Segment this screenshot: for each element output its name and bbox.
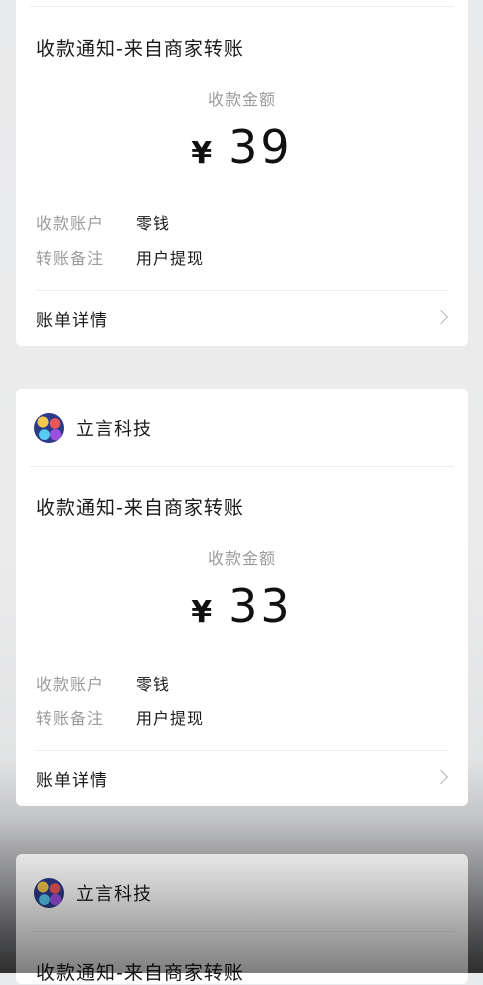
merchant-header[interactable]: 立言科技: [16, 854, 468, 932]
bill-details-link[interactable]: 账单详情: [16, 290, 468, 346]
chevron-right-icon: [433, 309, 449, 325]
account-label: 收款账户: [36, 675, 105, 694]
account-value: 零钱: [136, 214, 171, 233]
account-row: 收款账户 零钱: [16, 671, 170, 695]
notification-title: 收款通知-来自商家转账: [36, 38, 244, 60]
amount-display: ¥ 33: [16, 579, 468, 633]
note-value: 用户提现: [136, 709, 205, 728]
bill-details-link[interactable]: 账单详情: [16, 750, 468, 806]
amount-value: 33: [228, 579, 293, 633]
amount-display: ¥ 39: [16, 120, 468, 174]
bill-details-label: 账单详情: [36, 310, 108, 331]
bill-details-label: 账单详情: [36, 770, 108, 791]
notification-title: 收款通知-来自商家转账: [36, 962, 244, 984]
account-value: 零钱: [136, 675, 171, 694]
note-value: 用户提现: [136, 249, 205, 268]
merchant-avatar: [34, 878, 64, 908]
card-top-divider: [30, 6, 454, 7]
currency-symbol: ¥: [191, 595, 213, 630]
notification-title: 收款通知-来自商家转账: [36, 497, 244, 519]
note-row: 转账备注 用户提现: [16, 245, 204, 269]
note-label: 转账备注: [36, 249, 105, 268]
amount-value: 39: [228, 120, 293, 174]
payment-notification-card[interactable]: 收款通知-来自商家转账 收款金额 ¥ 39 收款账户 零钱 转账备注 用户提现 …: [16, 0, 468, 346]
account-label: 收款账户: [36, 214, 105, 233]
currency-symbol: ¥: [191, 136, 213, 171]
note-label: 转账备注: [36, 709, 105, 728]
note-row: 转账备注 用户提现: [16, 705, 204, 729]
chevron-right-icon: [433, 769, 449, 785]
amount-label: 收款金额: [207, 90, 276, 109]
payment-notification-card[interactable]: 立言科技 收款通知-来自商家转账 收款金额 ¥ 33 收款账户 零钱 转账备注 …: [16, 389, 468, 806]
payment-notification-card[interactable]: 立言科技 收款通知-来自商家转账: [16, 854, 468, 984]
merchant-name: 立言科技: [76, 419, 152, 440]
merchant-name: 立言科技: [76, 884, 152, 905]
amount-label: 收款金额: [207, 549, 276, 568]
merchant-header[interactable]: 立言科技: [16, 389, 468, 467]
merchant-avatar: [34, 413, 64, 443]
account-row: 收款账户 零钱: [16, 210, 170, 234]
